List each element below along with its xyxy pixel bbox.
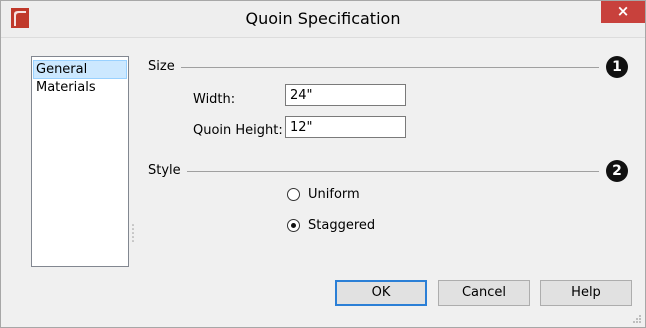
close-button[interactable]: × bbox=[601, 1, 645, 23]
staggered-label: Staggered bbox=[308, 218, 376, 233]
window-title: Quoin Specification bbox=[245, 9, 401, 28]
style-divider bbox=[187, 171, 599, 172]
ok-button[interactable]: OK bbox=[335, 280, 427, 306]
help-button[interactable]: Help bbox=[540, 280, 632, 306]
splitter-grip[interactable] bbox=[131, 223, 135, 245]
uniform-label: Uniform bbox=[308, 187, 360, 202]
size-divider bbox=[181, 67, 599, 68]
quoin-specification-dialog: Quoin Specification × General Materials … bbox=[0, 0, 646, 328]
nav-item-general[interactable]: General bbox=[33, 60, 127, 79]
quoin-height-input[interactable] bbox=[285, 116, 406, 138]
staggered-radio[interactable] bbox=[287, 219, 300, 232]
quoin-height-label: Quoin Height: bbox=[193, 123, 283, 138]
staggered-radio-option[interactable]: Staggered bbox=[287, 218, 387, 236]
style-section-label: Style bbox=[148, 163, 181, 178]
uniform-radio[interactable] bbox=[287, 188, 300, 201]
resize-grip-icon[interactable] bbox=[632, 314, 642, 324]
callout-1-badge: 1 bbox=[606, 56, 628, 78]
width-label: Width: bbox=[193, 92, 236, 107]
callout-2-badge: 2 bbox=[606, 160, 628, 182]
cancel-button[interactable]: Cancel bbox=[438, 280, 530, 306]
size-section-label: Size bbox=[148, 59, 175, 74]
radio-selected-dot bbox=[291, 223, 296, 228]
nav-item-materials[interactable]: Materials bbox=[34, 79, 126, 97]
width-input[interactable] bbox=[285, 84, 406, 106]
category-list: General Materials bbox=[31, 56, 129, 267]
title-bar: Quoin Specification × bbox=[1, 1, 645, 38]
uniform-radio-option[interactable]: Uniform bbox=[287, 187, 387, 205]
